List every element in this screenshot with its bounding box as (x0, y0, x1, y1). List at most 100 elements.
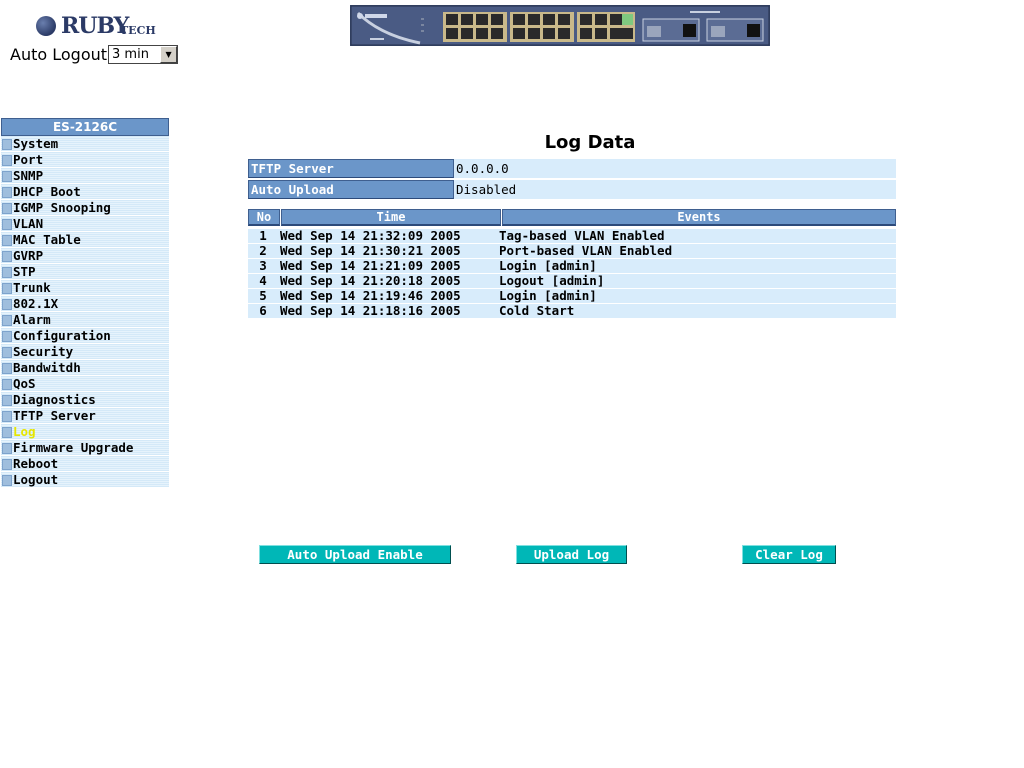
table-row: 4 Wed Sep 14 21:20:18 2005 Logout [admin] (248, 273, 896, 288)
log-cell-time: Wed Sep 14 21:20:18 2005 (280, 273, 461, 288)
log-cell-event: Login [admin] (499, 258, 597, 273)
sidebar-item-security[interactable]: Security (1, 344, 169, 360)
bullet-square-icon (2, 475, 12, 486)
log-cell-no: 2 (259, 243, 267, 258)
sidebar-item-alarm[interactable]: Alarm (1, 312, 169, 328)
sidebar-item-label: Reboot (13, 456, 59, 471)
sidebar-item-label: GVRP (13, 248, 44, 263)
brand-name: RUBY (61, 13, 129, 39)
bullet-square-icon (2, 299, 12, 310)
sidebar-item-label: TFTP Server (13, 408, 96, 423)
sidebar-title: ES-2126C (1, 118, 169, 136)
upload-log-button[interactable]: Upload Log (516, 545, 627, 564)
table-row: 6 Wed Sep 14 21:18:16 2005 Cold Start (248, 303, 896, 318)
sidebar-item-snmp[interactable]: SNMP (1, 168, 169, 184)
bullet-square-icon (2, 411, 12, 422)
sidebar-item-label: Bandwitdh (13, 360, 81, 375)
log-cell-no: 5 (259, 288, 267, 303)
chevron-down-icon[interactable]: ▼ (160, 46, 178, 63)
sidebar-item-label: MAC Table (13, 232, 81, 247)
info-row-auto-upload: Auto Upload Disabled (248, 180, 896, 199)
sidebar-item-label: VLAN (13, 216, 44, 231)
log-cell-time: Wed Sep 14 21:32:09 2005 (280, 228, 461, 243)
sidebar-item-stp[interactable]: STP (1, 264, 169, 280)
log-cell-time: Wed Sep 14 21:21:09 2005 (280, 258, 461, 273)
table-row: 5 Wed Sep 14 21:19:46 2005 Login [admin] (248, 288, 896, 303)
sidebar-item-label: System (13, 136, 59, 151)
switch-device-image (350, 5, 770, 46)
sidebar-item-label: Trunk (13, 280, 51, 295)
sidebar-item-igmp-snooping[interactable]: IGMP Snooping (1, 200, 169, 216)
sidebar-item-label: Port (13, 152, 44, 167)
column-header-time: Time (281, 209, 501, 226)
sidebar-item-label: Security (13, 344, 74, 359)
log-cell-time: Wed Sep 14 21:18:16 2005 (280, 303, 461, 318)
bullet-square-icon (2, 155, 12, 166)
sidebar-item-label: Configuration (13, 328, 111, 343)
log-cell-event: Tag-based VLAN Enabled (499, 228, 665, 243)
bullet-square-icon (2, 395, 12, 406)
auto-logout: Auto Logout 3 min ▼ (10, 45, 179, 64)
auto-logout-label: Auto Logout (10, 45, 108, 64)
bullet-square-icon (2, 427, 12, 438)
table-row: 1 Wed Sep 14 21:32:09 2005 Tag-based VLAN … (248, 228, 896, 243)
globe-icon (36, 16, 56, 36)
log-cell-event: Logout [admin] (499, 273, 605, 288)
table-row: 3 Wed Sep 14 21:21:09 2005 Login [admin] (248, 258, 896, 273)
sidebar-item-802-1x[interactable]: 802.1X (1, 296, 169, 312)
sidebar-item-label: Diagnostics (13, 392, 96, 407)
sidebar-item-label: 802.1X (13, 296, 59, 311)
sidebar-item-label: Firmware Upgrade (13, 440, 134, 455)
page-title: Log Data (544, 132, 636, 153)
bullet-square-icon (2, 187, 12, 198)
sidebar-item-diagnostics[interactable]: Diagnostics (1, 392, 169, 408)
info-label: TFTP Server (248, 159, 454, 178)
sidebar-item-trunk[interactable]: Trunk (1, 280, 169, 296)
sidebar-item-gvrp[interactable]: GVRP (1, 248, 169, 264)
bullet-square-icon (2, 379, 12, 390)
sidebar-item-vlan[interactable]: VLAN (1, 216, 169, 232)
bullet-square-icon (2, 267, 12, 278)
bullet-square-icon (2, 203, 12, 214)
auto-logout-value: 3 min (112, 47, 149, 62)
bullet-square-icon (2, 347, 12, 358)
sidebar-item-bandwitdh[interactable]: Bandwitdh (1, 360, 169, 376)
bullet-square-icon (2, 459, 12, 470)
brand-suffix: TECH (120, 24, 156, 37)
ruby-tech-logo: RUBY TECH (34, 12, 156, 42)
log-cell-no: 6 (259, 303, 267, 318)
sidebar-item-label: Alarm (13, 312, 51, 327)
sidebar-item-reboot[interactable]: Reboot (1, 456, 169, 472)
sidebar-item-qos[interactable]: QoS (1, 376, 169, 392)
sidebar-item-log[interactable]: Log (1, 424, 169, 440)
column-header-no: No (248, 209, 280, 226)
log-cell-no: 4 (259, 273, 267, 288)
sidebar-item-label: STP (13, 264, 36, 279)
bullet-square-icon (2, 363, 12, 374)
bullet-square-icon (2, 315, 12, 326)
bullet-square-icon (2, 219, 12, 230)
sidebar-item-logout[interactable]: Logout (1, 472, 169, 488)
bullet-square-icon (2, 331, 12, 342)
sidebar-item-mac-table[interactable]: MAC Table (1, 232, 169, 248)
log-cell-time: Wed Sep 14 21:19:46 2005 (280, 288, 461, 303)
log-cell-no: 1 (259, 228, 267, 243)
sidebar-item-label: DHCP Boot (13, 184, 81, 199)
column-header-events: Events (502, 209, 896, 226)
sidebar-item-firmware-upgrade[interactable]: Firmware Upgrade (1, 440, 169, 456)
bullet-square-icon (2, 139, 12, 150)
bullet-square-icon (2, 235, 12, 246)
sidebar-item-tftp-server[interactable]: TFTP Server (1, 408, 169, 424)
info-value: Disabled (454, 180, 896, 199)
sidebar-item-label: Logout (13, 472, 59, 487)
sidebar-item-label: IGMP Snooping (13, 200, 111, 215)
sidebar-item-configuration[interactable]: Configuration (1, 328, 169, 344)
log-cell-event: Cold Start (499, 303, 575, 318)
sidebar-item-port[interactable]: Port (1, 152, 169, 168)
sidebar-item-system[interactable]: System (1, 136, 169, 152)
clear-log-button[interactable]: Clear Log (742, 545, 836, 564)
bullet-square-icon (2, 171, 12, 182)
sidebar-item-dhcp-boot[interactable]: DHCP Boot (1, 184, 169, 200)
auto-logout-select[interactable]: 3 min ▼ (108, 45, 179, 64)
auto-upload-enable-button[interactable]: Auto Upload Enable (259, 545, 451, 564)
